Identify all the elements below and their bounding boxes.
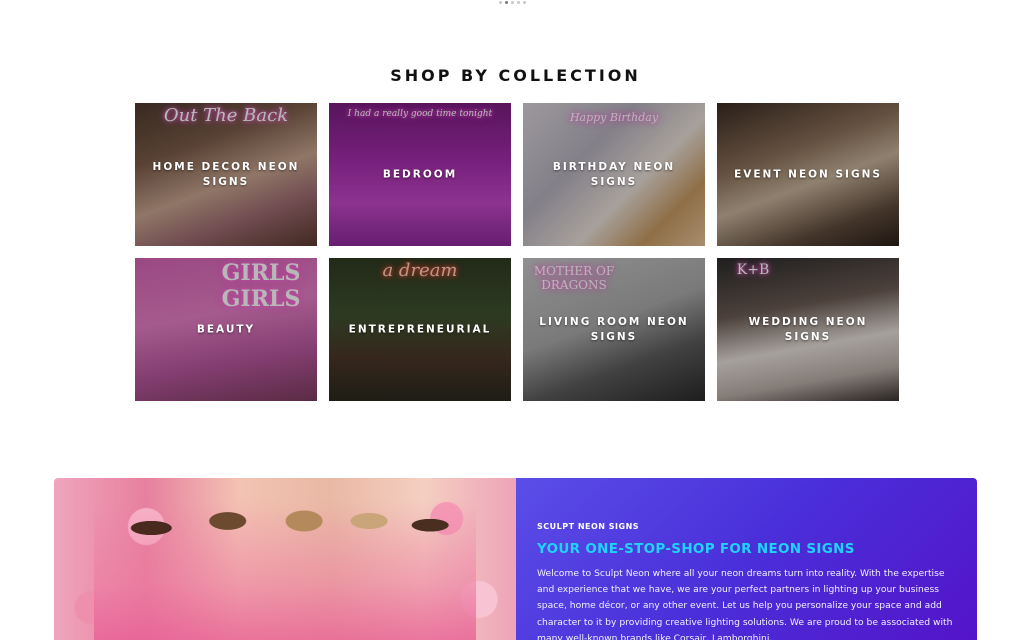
section-title: SHOP BY COLLECTION	[390, 66, 641, 85]
tile-label: BEDROOM	[382, 168, 458, 180]
promo-photo	[54, 478, 516, 640]
collection-tile-wedding[interactable]: K+B WEDDING NEON SIGNS	[717, 258, 899, 401]
tile-label: BIRTHDAY NEON SIGNS	[552, 160, 676, 188]
tile-label: WEDDING NEON SIGNS	[748, 315, 868, 343]
promo-eyebrow: SCULPT NEON SIGNS	[537, 522, 640, 531]
collection-tile-bedroom[interactable]: I had a really good time tonight BEDROOM	[329, 103, 511, 246]
collection-tile-entrepreneurial[interactable]: a dream ENTREPRENEURIAL	[329, 258, 511, 401]
carousel-dot[interactable]	[523, 1, 526, 4]
collection-tile-birthday[interactable]: Happy Birthday BIRTHDAY NEON SIGNS	[523, 103, 705, 246]
tile-label: BEAUTY	[196, 323, 256, 335]
carousel-dot-active[interactable]	[505, 1, 508, 4]
collection-tile-beauty[interactable]: GIRLS GIRLS BEAUTY	[135, 258, 317, 401]
promo-headline: YOUR ONE-STOP-SHOP FOR NEON SIGNS	[537, 541, 855, 557]
tile-label: HOME DECOR NEON SIGNS	[152, 160, 300, 188]
carousel-dot[interactable]	[511, 1, 514, 4]
collection-tile-living-room[interactable]: MOTHER OF DRAGONS LIVING ROOM NEON SIGNS	[523, 258, 705, 401]
carousel-dots[interactable]	[499, 1, 526, 4]
promo-banner: SCULPT NEON SIGNS YOUR ONE-STOP-SHOP FOR…	[54, 478, 977, 640]
collection-tile-event[interactable]: EVENT NEON SIGNS	[717, 103, 899, 246]
collection-grid: Out The Back HOME DECOR NEON SIGNS I had…	[135, 103, 899, 401]
carousel-dot[interactable]	[499, 1, 502, 4]
tile-label: EVENT NEON SIGNS	[734, 168, 882, 180]
tile-label: LIVING ROOM NEON SIGNS	[539, 315, 689, 343]
promo-content: SCULPT NEON SIGNS YOUR ONE-STOP-SHOP FOR…	[516, 478, 977, 640]
carousel-dot[interactable]	[517, 1, 520, 4]
tile-label: ENTREPRENEURIAL	[348, 323, 492, 335]
promo-body: Welcome to Sculpt Neon where all your ne…	[537, 568, 953, 640]
collection-tile-home-decor[interactable]: Out The Back HOME DECOR NEON SIGNS	[135, 103, 317, 246]
